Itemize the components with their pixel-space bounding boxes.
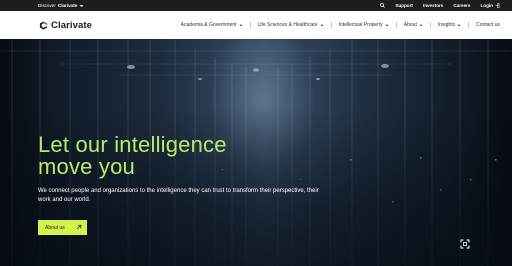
fullscreen-icon[interactable] [460,239,470,249]
nav-item-label: Contact us [476,22,500,28]
chevron-down-icon [319,24,324,26]
logo-text: Clarivate [51,20,93,31]
nav-divider [330,21,332,29]
nav-item-academia-government[interactable]: Academia & Government [181,22,243,28]
nav-divider [395,21,397,29]
nav-item-life-sciences-healthcare[interactable]: Life Sciences & Healthcare [258,22,324,28]
chevron-down-icon [419,24,423,26]
chevron-down-icon [385,24,389,26]
hero-banner: Let our intelligence move you We connect… [0,39,512,266]
nav-item-label: About [403,22,417,28]
hero-headline: Let our intelligence move you [38,134,227,178]
nav-item-label: Insights [437,22,456,28]
utility-bar: Discover Clarivate Support Investors Car… [0,0,512,11]
discover-prefix: Discover [38,3,56,8]
hero-description: We connect people and organizations to t… [38,188,319,203]
utility-links: Support Investors Careers Login [380,0,500,11]
investors-link[interactable]: Investors [423,3,443,8]
clarivate-logo-icon [39,21,48,30]
hero-headline-line2: move you [38,154,135,179]
chevron-down-icon [457,24,461,26]
nav-menu: Academia & Government Life Sciences & He… [181,11,500,39]
nav-item-label: Academia & Government [180,22,237,28]
chevron-down-icon [238,24,243,26]
chevron-down-icon [79,4,84,7]
login-link[interactable]: Login [480,3,500,8]
nav-item-about[interactable]: About [404,22,423,28]
nav-item-insights[interactable]: Insights [438,22,461,28]
main-navigation: Clarivate Academia & Government Life Sci… [0,11,512,40]
nav-item-contact-us[interactable]: Contact us [476,22,500,28]
nav-divider [249,21,251,29]
careers-link[interactable]: Careers [453,3,470,8]
about-us-button[interactable]: About us [38,220,87,235]
nav-divider [468,21,470,29]
discover-brand: Clarivate [57,3,78,8]
login-icon [495,3,500,8]
nav-item-label: Life Sciences & Healthcare [257,22,318,28]
clarivate-logo[interactable]: Clarivate [39,20,92,31]
login-label: Login [480,3,493,8]
nav-divider [429,21,431,29]
nav-item-label: Intellectual Property [338,22,383,28]
discover-menu[interactable]: Discover Clarivate [38,0,84,11]
support-link[interactable]: Support [395,3,413,8]
search-icon[interactable] [380,3,386,8]
about-us-button-label: About us [45,224,65,231]
nav-item-intellectual-property[interactable]: Intellectual Property [339,22,389,28]
arrow-up-right-icon [76,224,82,230]
